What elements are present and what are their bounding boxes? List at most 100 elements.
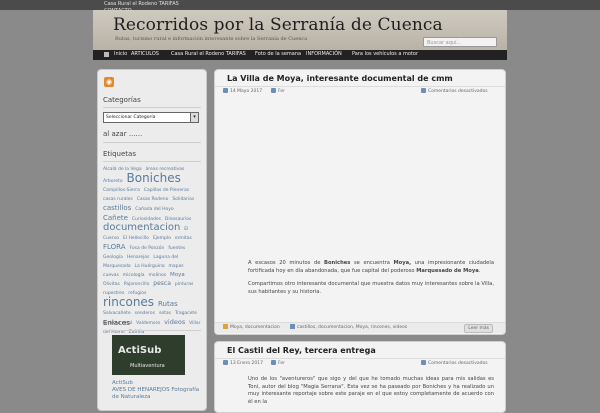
tag-link[interactable]: rincones bbox=[103, 295, 154, 309]
tag-link[interactable]: micología bbox=[123, 273, 145, 278]
post-body: A escasos 20 minutos de Boniches se encu… bbox=[248, 260, 494, 296]
divider bbox=[103, 161, 201, 162]
banner-subtitle: Multiaventura bbox=[130, 363, 165, 369]
top-strip: Casa Rural el Rodeno TARIFAS CONTACTO bbox=[0, 0, 600, 14]
divider bbox=[103, 142, 201, 143]
post-author-text[interactable]: Fer bbox=[278, 89, 285, 94]
nav-item-informacion[interactable]: INFORMACIÓN bbox=[306, 51, 342, 57]
tag-cloud: Alcalá de la Vega áreas recreativas Arbo… bbox=[103, 165, 201, 337]
sponsor-banner[interactable]: ActiSub Multiaventura bbox=[112, 335, 185, 375]
tag-link[interactable]: Ejemplo bbox=[153, 236, 171, 241]
post-tags[interactable]: castillos, documentacion, Moya, rincones… bbox=[297, 325, 407, 330]
tag-link[interactable]: documentacion bbox=[103, 222, 180, 233]
main-nav: Inicio ARTICULOS Casa Rural el Rodeno TA… bbox=[93, 50, 507, 60]
tag-link[interactable]: Moya bbox=[170, 272, 185, 278]
site-title[interactable]: Recorridos por la Serranía de Cuenca bbox=[113, 15, 443, 35]
tag-link[interactable]: mapas bbox=[169, 264, 184, 269]
tag-link[interactable]: senderos bbox=[135, 311, 155, 316]
right-margin bbox=[507, 60, 600, 400]
post-comments: Comentarios desactivados bbox=[421, 88, 488, 96]
nav-item-foto[interactable]: Foto de la semana bbox=[255, 51, 301, 57]
tag-link[interactable]: Solidarias bbox=[172, 197, 194, 202]
post-date-text: 14 Mayo 2017 bbox=[230, 89, 263, 94]
link-actisub[interactable]: ActiSub bbox=[112, 380, 202, 387]
tags-heading: Etiquetas bbox=[103, 150, 136, 158]
post-paragraph: Compartimos otro interesante documental … bbox=[248, 281, 494, 295]
tag-link[interactable]: Cañada del Hoyo bbox=[135, 207, 173, 212]
tag-link[interactable]: Henarejos bbox=[127, 255, 150, 260]
sidebar: ◉ Categorías Seleccionar Categoría ▾ al … bbox=[97, 69, 207, 411]
categories-heading: Categorías bbox=[103, 96, 141, 104]
tag-link[interactable]: Capillas de Pieneras bbox=[144, 188, 189, 193]
nav-item-articulos[interactable]: ARTICULOS bbox=[131, 51, 159, 57]
site-header: Recorridos por la Serranía de Cuenca Rut… bbox=[93, 10, 507, 51]
folder-icon bbox=[223, 324, 228, 329]
top-link-tarifas[interactable]: Casa Rural el Rodeno TARIFAS bbox=[104, 1, 179, 7]
calendar-icon bbox=[223, 88, 228, 93]
random-heading: al azar ...... bbox=[103, 130, 143, 138]
chevron-down-icon[interactable]: ▾ bbox=[190, 113, 198, 122]
tag-link[interactable]: fuentes bbox=[168, 246, 185, 251]
tag-link[interactable]: Tragacete bbox=[175, 311, 197, 316]
tag-link[interactable]: cuevas bbox=[103, 273, 119, 278]
tag-link[interactable]: La Huérguina bbox=[135, 264, 165, 269]
tag-link[interactable]: molinos bbox=[148, 273, 166, 278]
tag-icon bbox=[290, 324, 295, 329]
user-icon bbox=[271, 360, 276, 365]
read-more-button[interactable]: Leer más bbox=[464, 324, 493, 333]
tag-link[interactable]: Valdemoro bbox=[136, 321, 160, 326]
tag-link[interactable]: castillos bbox=[103, 204, 131, 212]
tag-link[interactable]: Salvacañete bbox=[103, 311, 131, 316]
post-categories[interactable]: Moya, documentacion bbox=[230, 325, 280, 330]
post-comments-text: Comentarios desactivados bbox=[428, 361, 488, 366]
post-footer: Moya, documentacion castillos, documenta… bbox=[215, 322, 505, 333]
tag-link[interactable]: Olivitas bbox=[103, 282, 120, 287]
nav-item-vehiculos[interactable]: Para los vehículos a motor bbox=[352, 51, 418, 57]
link-aves[interactable]: AVES DE HENAREJOS Fotografía de Naturale… bbox=[112, 387, 202, 401]
divider bbox=[215, 358, 505, 359]
post-comments: Comentarios desactivados bbox=[421, 360, 488, 368]
tags-left: Moya, documentacion bbox=[223, 324, 280, 330]
post-author: Fer bbox=[271, 88, 285, 96]
divider bbox=[103, 330, 201, 331]
tag-link[interactable]: Rutas bbox=[158, 300, 178, 308]
tag-link[interactable]: Pajaroncillo bbox=[124, 282, 150, 287]
post-author-text[interactable]: Fer bbox=[278, 361, 285, 366]
tag-link[interactable]: pesca bbox=[153, 280, 171, 287]
divider bbox=[103, 107, 201, 108]
search-input[interactable]: Buscar aquí... bbox=[423, 37, 497, 47]
tag-link[interactable]: casas rurales bbox=[103, 197, 133, 202]
rss-icon[interactable]: ◉ bbox=[104, 77, 114, 87]
post-date-text: 13 Enero 2017 bbox=[230, 361, 264, 366]
tag-link[interactable]: ermitas bbox=[175, 236, 192, 241]
tag-link[interactable]: Cañete bbox=[103, 214, 128, 222]
tag-link[interactable]: videos bbox=[164, 318, 185, 326]
post-card: La Villa de Moya, interesante documental… bbox=[214, 69, 506, 335]
tag-link[interactable]: setas bbox=[159, 311, 171, 316]
tag-link[interactable]: El Hellecillo bbox=[123, 236, 149, 241]
tag-link[interactable]: Casas Rodeno bbox=[137, 197, 169, 202]
tag-link[interactable]: Fosa de Ponzón bbox=[129, 246, 164, 251]
tag-link[interactable]: Campillos-Sierra bbox=[103, 188, 140, 193]
post-date: 13 Enero 2017 bbox=[223, 360, 263, 368]
post-body: Uno de los "aventureros" que sigo y del … bbox=[248, 376, 494, 405]
link-list: ActiSub AVES DE HENAREJOS Fotografía de … bbox=[112, 380, 202, 401]
tag-link[interactable]: Arboreto bbox=[103, 179, 123, 184]
tag-link[interactable]: Geología bbox=[103, 255, 123, 260]
links-heading: Enlaces bbox=[103, 319, 130, 327]
nav-item-tarifas[interactable]: Casa Rural el Rodeno TARIFAS bbox=[171, 51, 246, 57]
tags-right: castillos, documentacion, Moya, rincones… bbox=[290, 324, 407, 330]
post-paragraph: A escasos 20 minutos de Boniches se encu… bbox=[248, 260, 494, 274]
calendar-icon bbox=[223, 360, 228, 365]
post-title[interactable]: La Villa de Moya, interesante documental… bbox=[227, 74, 453, 83]
nav-item-inicio[interactable]: Inicio bbox=[114, 51, 127, 57]
tag-link[interactable]: FLORA bbox=[103, 243, 126, 251]
category-select[interactable]: Seleccionar Categoría ▾ bbox=[103, 112, 199, 123]
tag-link[interactable]: Boniches bbox=[127, 171, 181, 185]
post-title[interactable]: El Castil del Rey, tercera entrega bbox=[227, 346, 376, 355]
user-icon bbox=[271, 88, 276, 93]
post-card: El Castil del Rey, tercera entrega 13 En… bbox=[214, 341, 506, 413]
post-date: 14 Mayo 2017 bbox=[223, 88, 262, 96]
home-icon[interactable] bbox=[104, 52, 109, 57]
divider bbox=[215, 86, 505, 87]
